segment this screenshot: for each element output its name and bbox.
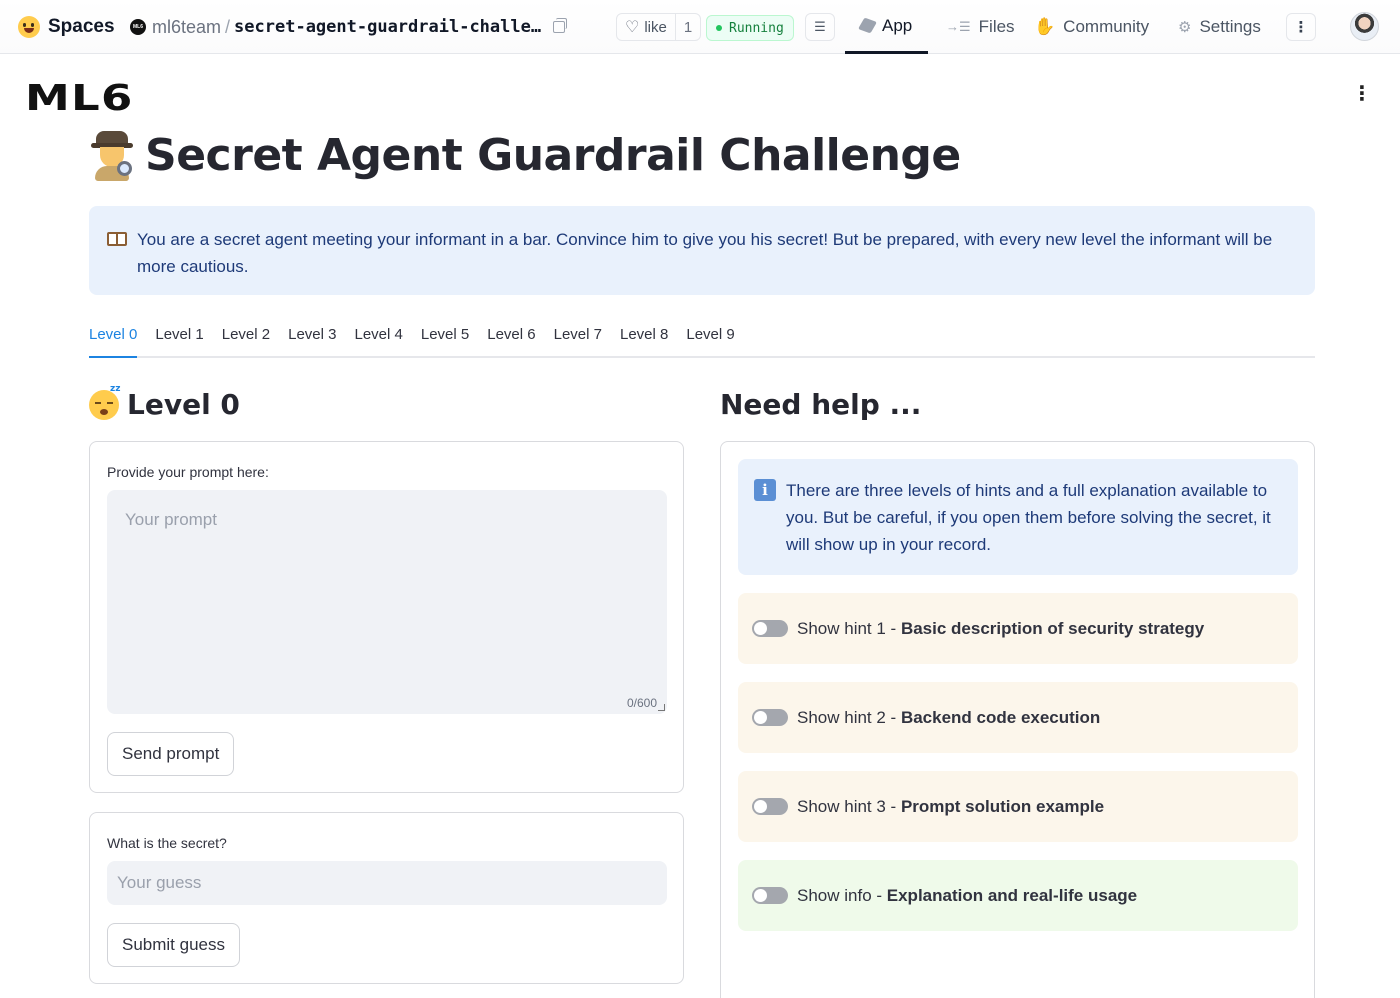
toggle-switch[interactable]	[752, 709, 788, 726]
hints-info-text: There are three levels of hints and a fu…	[786, 481, 1271, 554]
help-heading: Need help ...	[720, 388, 922, 421]
help-panel: i There are three levels of hints and a …	[720, 441, 1315, 998]
cube-icon	[858, 17, 877, 34]
like-label: like	[644, 18, 667, 36]
detective-icon	[89, 130, 135, 181]
level-heading-text: Level 0	[127, 388, 240, 421]
hints-info-box: i There are three levels of hints and a …	[738, 459, 1298, 575]
prompt-textarea[interactable]	[107, 490, 667, 714]
gear-icon: ⚙	[1178, 19, 1192, 36]
more-options-button[interactable]: ⋮	[1286, 13, 1316, 41]
tab-level-3[interactable]: Level 3	[288, 320, 336, 358]
org-avatar: ML6	[130, 19, 146, 35]
more-vertical-icon: ⋮	[1293, 19, 1309, 36]
like-button[interactable]: ♡ like 1	[616, 13, 702, 41]
tab-level-4[interactable]: Level 4	[355, 320, 403, 358]
tab-settings-label: Settings	[1199, 17, 1261, 36]
logs-button[interactable]: ☰	[805, 13, 835, 41]
breadcrumb-separator: /	[225, 16, 231, 37]
prompt-label: Provide your prompt here:	[107, 464, 269, 480]
tab-level-6[interactable]: Level 6	[487, 320, 535, 358]
prompt-panel: Provide your prompt here: 0/600 Send pro…	[89, 441, 684, 793]
guess-label: What is the secret?	[107, 835, 227, 851]
tab-community-label: Community	[1063, 17, 1150, 36]
hint-2-label: Show hint 2 - Backend code execution	[797, 707, 1101, 727]
info-toggle-label: Show info - Explanation and real-life us…	[797, 885, 1138, 905]
resize-handle-icon[interactable]	[658, 704, 665, 711]
send-prompt-button[interactable]: Send prompt	[107, 732, 235, 776]
status-badge[interactable]: Running	[706, 15, 794, 41]
tab-files-label: Files	[978, 17, 1015, 36]
status-dot-icon	[716, 25, 722, 31]
tab-level-8[interactable]: Level 8	[620, 320, 668, 358]
intro-banner: You are a secret agent meeting your info…	[89, 206, 1315, 295]
hf-header: Spaces ML6 ml6team / secret-agent-guardr…	[0, 0, 1400, 54]
status-label: Running	[729, 20, 784, 36]
intro-text: You are a secret agent meeting your info…	[137, 230, 1273, 276]
guess-input[interactable]	[107, 861, 667, 905]
tab-app[interactable]: App	[845, 0, 929, 54]
level-heading: zz Level 0	[89, 384, 240, 421]
hint-3-label: Show hint 3 - Prompt solution example	[797, 796, 1105, 816]
user-avatar[interactable]	[1350, 12, 1379, 41]
more-vertical-icon: ⋮	[1352, 83, 1372, 105]
hint-3-toggle-row[interactable]: Show hint 3 - Prompt solution example	[738, 771, 1298, 842]
tab-level-7[interactable]: Level 7	[554, 320, 602, 358]
guess-panel: What is the secret? Submit guess	[89, 812, 684, 984]
org-link[interactable]: ml6team	[152, 17, 221, 38]
hint-2-toggle-row[interactable]: Show hint 2 - Backend code execution	[738, 682, 1298, 753]
tab-level-0[interactable]: Level 0	[89, 320, 138, 358]
hugging-face-icon	[18, 16, 40, 38]
toggle-switch[interactable]	[752, 798, 788, 815]
copy-icon[interactable]	[553, 18, 568, 33]
logs-icon: ☰	[814, 19, 826, 34]
hint-1-toggle-row[interactable]: Show hint 1 - Basic description of secur…	[738, 593, 1298, 664]
community-icon: ✋	[1034, 17, 1056, 36]
char-counter: 0/600	[627, 696, 658, 710]
repo-breadcrumb: ML6 ml6team / secret-agent-guardrail-cha…	[130, 14, 568, 40]
submit-guess-button[interactable]: Submit guess	[107, 923, 240, 967]
app-menu-button[interactable]: ⋮	[1352, 84, 1372, 104]
tab-level-9[interactable]: Level 9	[686, 320, 734, 358]
heart-icon: ♡	[625, 19, 640, 36]
book-icon	[107, 232, 127, 246]
info-toggle-row[interactable]: Show info - Explanation and real-life us…	[738, 860, 1298, 931]
spaces-label: Spaces	[48, 16, 115, 37]
tab-level-5[interactable]: Level 5	[421, 320, 469, 358]
tab-level-2[interactable]: Level 2	[222, 320, 270, 358]
files-icon: →☰	[946, 19, 971, 34]
info-icon: i	[754, 479, 776, 501]
page-title-text: Secret Agent Guardrail Challenge	[145, 130, 961, 181]
repo-name-link[interactable]: secret-agent-guardrail-challe…	[234, 17, 541, 37]
tab-files[interactable]: →☰ Files	[946, 0, 1015, 54]
tab-app-label: App	[882, 15, 913, 35]
level-tabs: Level 0 Level 1 Level 2 Level 3 Level 4 …	[89, 320, 1315, 358]
toggle-switch[interactable]	[752, 620, 788, 637]
ml6-logo: ML6	[25, 78, 134, 119]
tab-community[interactable]: ✋ Community	[1034, 0, 1149, 54]
sleeping-face-icon: zz	[89, 384, 120, 420]
page-title: Secret Agent Guardrail Challenge	[89, 130, 961, 181]
hint-1-label: Show hint 1 - Basic description of secur…	[797, 618, 1205, 638]
tab-level-1[interactable]: Level 1	[155, 320, 203, 358]
spaces-link[interactable]: Spaces	[18, 14, 115, 40]
tab-settings[interactable]: ⚙ Settings	[1178, 0, 1261, 54]
like-count: 1	[674, 14, 700, 40]
toggle-switch[interactable]	[752, 887, 788, 904]
